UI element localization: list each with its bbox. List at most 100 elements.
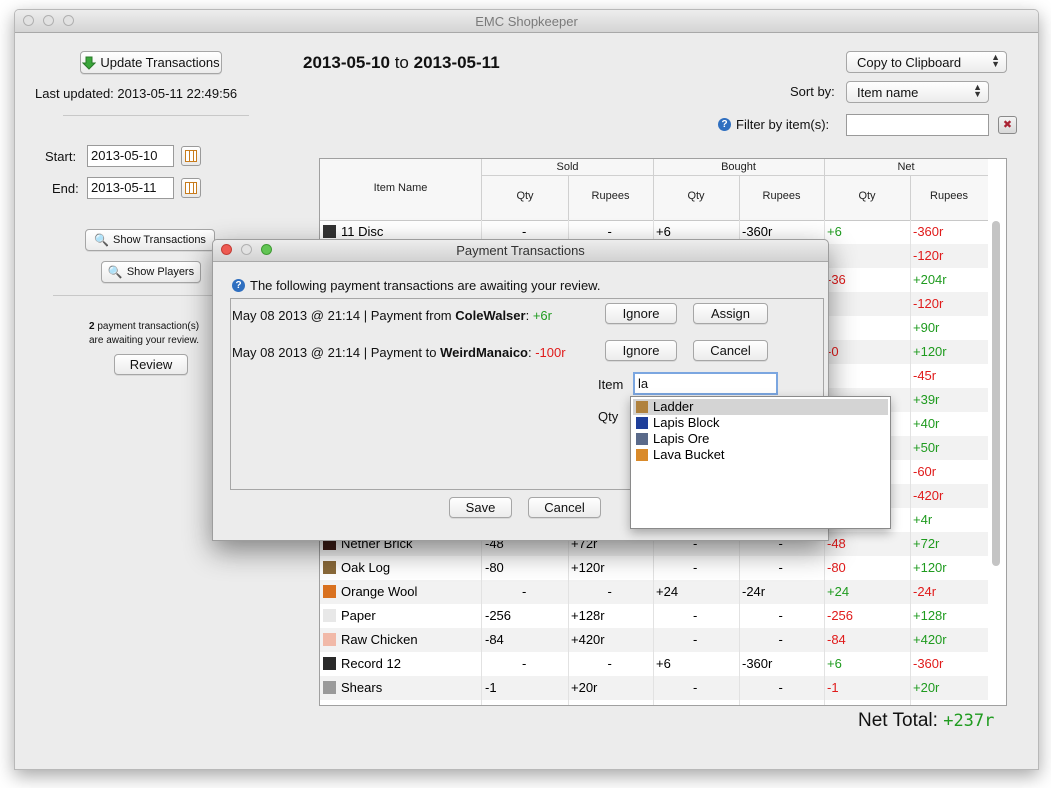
net-rup-cell: +120r <box>913 560 947 575</box>
end-calendar-icon[interactable] <box>181 178 201 198</box>
tx2-cancel-button[interactable]: Cancel <box>693 340 768 361</box>
header-net-rupees[interactable]: Rupees <box>910 190 988 202</box>
help-icon[interactable]: ? <box>718 118 731 131</box>
sold-rup-cell: +120r <box>571 560 605 575</box>
review-button[interactable]: Review <box>114 354 188 375</box>
bought-qty-cell: - <box>693 632 698 647</box>
net-rup-cell: -360r <box>913 656 944 671</box>
header-bought-rupees[interactable]: Rupees <box>739 190 824 202</box>
copy-to-clipboard-select[interactable]: Copy to Clipboard ▲ ▼ <box>846 51 1007 73</box>
cancel-button[interactable]: Cancel <box>528 497 601 518</box>
net-total-label: Net Total: <box>858 710 938 731</box>
net-qty-cell: -80 <box>827 560 846 575</box>
sold-rup-cell: - <box>607 224 612 239</box>
start-date-field[interactable]: 2013-05-10 <box>87 145 174 167</box>
tx2-player: WeirdManaico <box>440 345 528 360</box>
bought-rup-cell: - <box>778 608 783 623</box>
date-to: 2013-05-11 <box>413 53 500 72</box>
update-transactions-label: Update Transactions <box>100 55 220 70</box>
autocomplete-item[interactable]: Lapis Block <box>633 415 888 431</box>
bought-qty-cell: +24 <box>656 584 679 599</box>
tx1-amount: +6r <box>532 308 552 323</box>
copy-select-label: Copy to Clipboard <box>857 55 962 70</box>
header-sold: Sold <box>556 161 579 173</box>
net-qty-cell: -36 <box>827 272 846 287</box>
net-rup-cell: -60r <box>913 464 937 479</box>
autocomplete-item[interactable]: Ladder <box>633 399 888 415</box>
item-icon <box>323 657 336 670</box>
show-players-button[interactable]: 🔍 Show Players <box>101 261 201 283</box>
net-rup-cell: -24r <box>913 584 937 599</box>
net-rup-cell: +39r <box>913 392 940 407</box>
table-row[interactable]: Raw Chicken -84 +420r - - -84 +420r <box>320 628 988 652</box>
bought-rup-cell: - <box>778 560 783 575</box>
bought-rup-cell: -360r <box>742 656 773 671</box>
show-players-label: Show Players <box>126 266 195 278</box>
table-header: Item Name Sold Bought Net Qty Rupees Qty… <box>320 159 988 221</box>
header-sold-qty[interactable]: Qty <box>482 190 568 202</box>
bought-qty-cell: +6 <box>656 656 671 671</box>
net-qty-cell: -84 <box>827 632 846 647</box>
item-input[interactable]: la <box>633 372 778 395</box>
sold-rup-cell: - <box>607 584 612 599</box>
date-from: 2013-05-10 <box>303 53 390 72</box>
net-rup-cell: +20r <box>913 680 940 695</box>
download-arrow-icon <box>82 56 97 70</box>
item-icon <box>323 681 336 694</box>
last-updated-text: Last updated: 2013-05-11 22:49:56 <box>35 86 238 101</box>
qty-label: Qty <box>598 409 619 424</box>
table-row[interactable]: Shears -1 +20r - - -1 +20r <box>320 676 988 700</box>
bought-rup-cell: - <box>778 680 783 695</box>
autocomplete-item[interactable]: Lapis Ore <box>633 431 888 447</box>
show-transactions-button[interactable]: 🔍 Show Transactions <box>85 229 215 251</box>
item-name-cell: Paper <box>341 608 376 623</box>
table-row[interactable]: Paper -256 +128r - - -256 +128r <box>320 604 988 628</box>
autocomplete-item-label: Lapis Ore <box>653 431 710 446</box>
net-qty-cell: -1 <box>827 680 839 695</box>
autocomplete-item[interactable]: Lava Bucket <box>633 447 888 463</box>
header-net-qty[interactable]: Qty <box>824 190 910 202</box>
net-rup-cell: -360r <box>913 224 944 239</box>
net-qty-cell: -48 <box>827 536 846 551</box>
update-transactions-button[interactable]: Update Transactions <box>80 51 222 74</box>
item-icon <box>323 585 336 598</box>
pending-text-1: payment transaction(s) <box>94 321 200 332</box>
net-rup-cell: -45r <box>913 368 937 383</box>
filter-input[interactable] <box>846 114 989 136</box>
date-range-heading: 2013-05-10 to 2013-05-11 <box>303 53 500 73</box>
start-calendar-icon[interactable] <box>181 146 201 166</box>
sold-qty-cell: - <box>522 656 527 671</box>
table-row[interactable]: Orange Wool - - +24 -24r +24 -24r <box>320 580 988 604</box>
table-scrollbar[interactable] <box>992 221 1000 566</box>
clear-filter-icon[interactable]: ✖ <box>998 116 1017 134</box>
header-sold-rupees[interactable]: Rupees <box>568 190 653 202</box>
sort-select[interactable]: Item name ▲ ▼ <box>846 81 989 103</box>
autocomplete-item-label: Lava Bucket <box>653 447 725 462</box>
net-rup-cell: +90r <box>913 320 940 335</box>
header-item-name[interactable]: Item Name <box>320 182 481 194</box>
end-date-field[interactable]: 2013-05-11 <box>87 177 174 199</box>
tx1-ignore-button[interactable]: Ignore <box>605 303 677 324</box>
table-row[interactable]: Record 12 - - +6 -360r +6 -360r <box>320 652 988 676</box>
transaction-1-text: May 08 2013 @ 21:14 | Payment from ColeW… <box>232 308 552 323</box>
sold-qty-cell: -1 <box>485 680 497 695</box>
net-total-value: +237r <box>943 711 995 731</box>
transaction-2-text: May 08 2013 @ 21:14 | Payment to WeirdMa… <box>232 345 566 360</box>
bought-rup-cell: -360r <box>742 224 773 239</box>
item-icon <box>636 449 648 461</box>
magnifier-icon: 🔍 <box>107 265 123 279</box>
save-button[interactable]: Save <box>449 497 512 518</box>
item-name-cell: Orange Wool <box>341 584 418 599</box>
table-row[interactable]: Oak Log -80 +120r - - -80 +120r <box>320 556 988 580</box>
net-qty-cell: +6 <box>827 656 842 671</box>
net-qty-cell: +6 <box>827 224 842 239</box>
sold-qty-cell: -84 <box>485 632 504 647</box>
net-rup-cell: +72r <box>913 536 940 551</box>
tx1-sep: : <box>525 308 533 323</box>
item-icon <box>323 633 336 646</box>
tx2-ignore-button[interactable]: Ignore <box>605 340 677 361</box>
header-bought-qty[interactable]: Qty <box>653 190 739 202</box>
net-total: Net Total: +237r <box>858 710 994 732</box>
tx1-assign-button[interactable]: Assign <box>693 303 768 324</box>
item-label: Item <box>598 377 624 392</box>
